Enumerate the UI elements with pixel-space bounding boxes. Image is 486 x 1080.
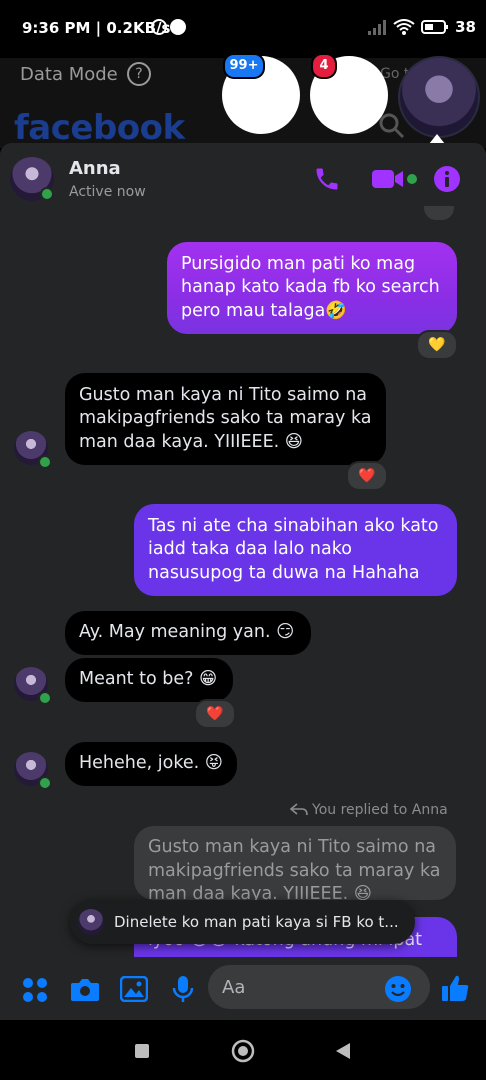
- reply-icon: [290, 803, 308, 816]
- video-call-icon[interactable]: [371, 167, 405, 191]
- toast-text: Dinelete ko man pati kaya si FB ko t...: [114, 913, 399, 931]
- message-text: Ay. May meaning yan. 😏: [79, 622, 295, 643]
- back-button[interactable]: [335, 1042, 351, 1060]
- contact-name[interactable]: Anna: [69, 158, 121, 179]
- online-indicator: [38, 455, 52, 469]
- thumbs-up-icon[interactable]: [440, 973, 470, 1003]
- reaction-badge[interactable]: ❤️: [194, 699, 236, 729]
- message-text: Hehehe, joke. 😝: [79, 753, 223, 774]
- messenger-notification-icon-2: [170, 19, 186, 35]
- help-icon[interactable]: ?: [127, 62, 151, 86]
- partial-reaction: [424, 206, 454, 220]
- chat-header: Anna Active now: [0, 143, 486, 213]
- message-bubble-received[interactable]: Meant to be? 😁: [65, 658, 233, 702]
- emoji-icon[interactable]: [384, 975, 412, 1003]
- facebook-logo: facebook: [14, 108, 185, 148]
- video-online-dot: [407, 174, 417, 184]
- active-status: Active now: [69, 184, 146, 200]
- message-bubble-received[interactable]: Gusto man kaya ni Tito saimo na makipagf…: [65, 373, 386, 465]
- composer-bar: Aa: [0, 957, 486, 1020]
- online-indicator: [38, 776, 52, 790]
- message-bubble-received[interactable]: Ay. May meaning yan. 😏: [65, 611, 311, 655]
- unread-badge-2: 4: [311, 53, 337, 79]
- quoted-text: Gusto man kaya ni Tito saimo na makipagf…: [148, 837, 441, 900]
- system-nav-bar: [0, 1020, 486, 1080]
- message-bubble-received[interactable]: Hehehe, joke. 😝: [65, 742, 237, 786]
- status-time: 9:36 PM | 0.2KB/s: [22, 19, 171, 37]
- status-bar: 9:36 PM | 0.2KB/s 38: [0, 0, 486, 58]
- camera-icon[interactable]: [70, 976, 100, 1002]
- unread-badge-1: 99+: [223, 53, 265, 79]
- battery-icon: [421, 20, 449, 34]
- message-text: Tas ni ate cha sinabihan ako kato iadd t…: [148, 515, 439, 583]
- battery-level: 38: [455, 18, 476, 36]
- home-button[interactable]: [231, 1039, 255, 1063]
- reaction-badge[interactable]: 💛: [416, 330, 458, 360]
- signal-icon: [368, 20, 387, 35]
- message-bubble-sent[interactable]: Pursigido man pati ko mag hanap kato kad…: [167, 242, 457, 334]
- wifi-icon: [393, 19, 415, 35]
- microphone-icon[interactable]: [172, 975, 194, 1003]
- message-bubble-sent[interactable]: Tas ni ate cha sinabihan ako kato iadd t…: [134, 504, 457, 596]
- quoted-message[interactable]: Gusto man kaya ni Tito saimo na makipagf…: [134, 826, 456, 900]
- status-icons: 38: [367, 18, 476, 36]
- phone-icon[interactable]: [313, 165, 341, 193]
- message-text: Meant to be? 😁: [79, 669, 218, 690]
- reaction-badge[interactable]: ❤️: [346, 461, 388, 491]
- recents-button[interactable]: [135, 1044, 149, 1058]
- toast-avatar: [78, 909, 104, 935]
- message-text: Gusto man kaya ni Tito saimo na makipagf…: [79, 384, 372, 452]
- gallery-icon[interactable]: [120, 976, 148, 1002]
- message-input-placeholder: Aa: [222, 977, 246, 998]
- chat-head-anna[interactable]: [398, 56, 480, 138]
- online-indicator: [40, 187, 54, 201]
- message-text: Pursigido man pati ko mag hanap kato kad…: [181, 253, 440, 321]
- new-message-toast[interactable]: Dinelete ko man pati kaya si FB ko t...: [70, 900, 415, 944]
- reply-label: You replied to Anna: [312, 802, 448, 818]
- messenger-notification-icon: [151, 19, 167, 35]
- chat-panel: Anna Active now Pursigido man pati ko ma…: [0, 143, 486, 1020]
- data-mode-label: Data Mode: [20, 64, 118, 85]
- online-indicator: [38, 691, 52, 705]
- more-actions-icon[interactable]: [22, 977, 48, 1003]
- info-icon[interactable]: [433, 165, 461, 193]
